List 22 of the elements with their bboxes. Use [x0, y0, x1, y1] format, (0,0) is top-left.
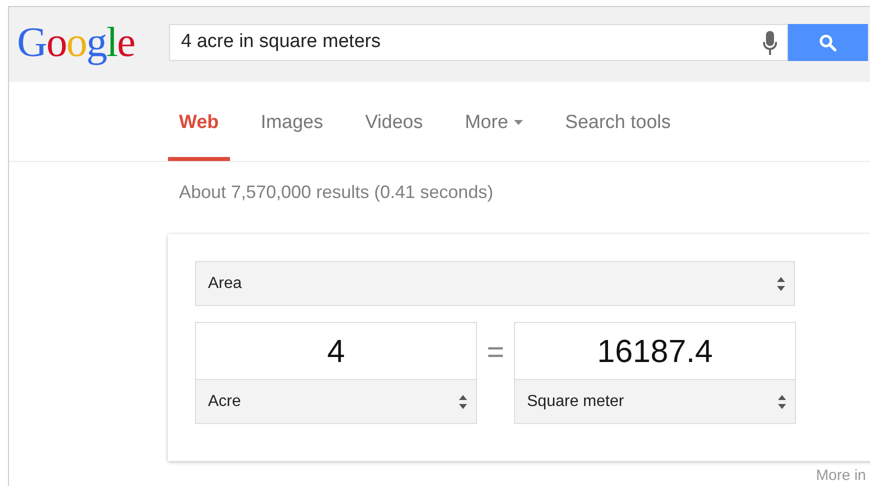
select-value: Area [208, 274, 242, 294]
result-stats: About 7,570,000 results (0.41 seconds) [179, 181, 494, 204]
value-field[interactable]: 16187.4 [514, 322, 796, 380]
tab[interactable]: More [454, 82, 534, 161]
up-down-arrows-icon [458, 394, 468, 410]
unit-select[interactable]: Square meter [514, 380, 796, 424]
search-field[interactable]: 4 acre in square meters [169, 24, 788, 61]
tab[interactable]: Videos [354, 82, 434, 161]
unit-select[interactable]: Acre [195, 380, 477, 424]
tab[interactable]: Web [168, 82, 230, 161]
logo[interactable]: Google [17, 22, 169, 64]
quantity-select[interactable]: Area [195, 261, 795, 306]
value-field[interactable]: 4 [195, 322, 477, 380]
up-down-arrows-icon [777, 394, 787, 410]
tab[interactable]: Images [250, 82, 334, 161]
tab[interactable]: Search tools [554, 82, 682, 161]
up-down-arrows-icon [776, 276, 786, 292]
search-button[interactable] [788, 24, 868, 61]
search-text-input[interactable]: 4 acre in square meters [170, 28, 763, 57]
search-icon [819, 34, 837, 52]
microphone-icon[interactable] [763, 30, 777, 54]
equals-sign: = [486, 335, 506, 371]
